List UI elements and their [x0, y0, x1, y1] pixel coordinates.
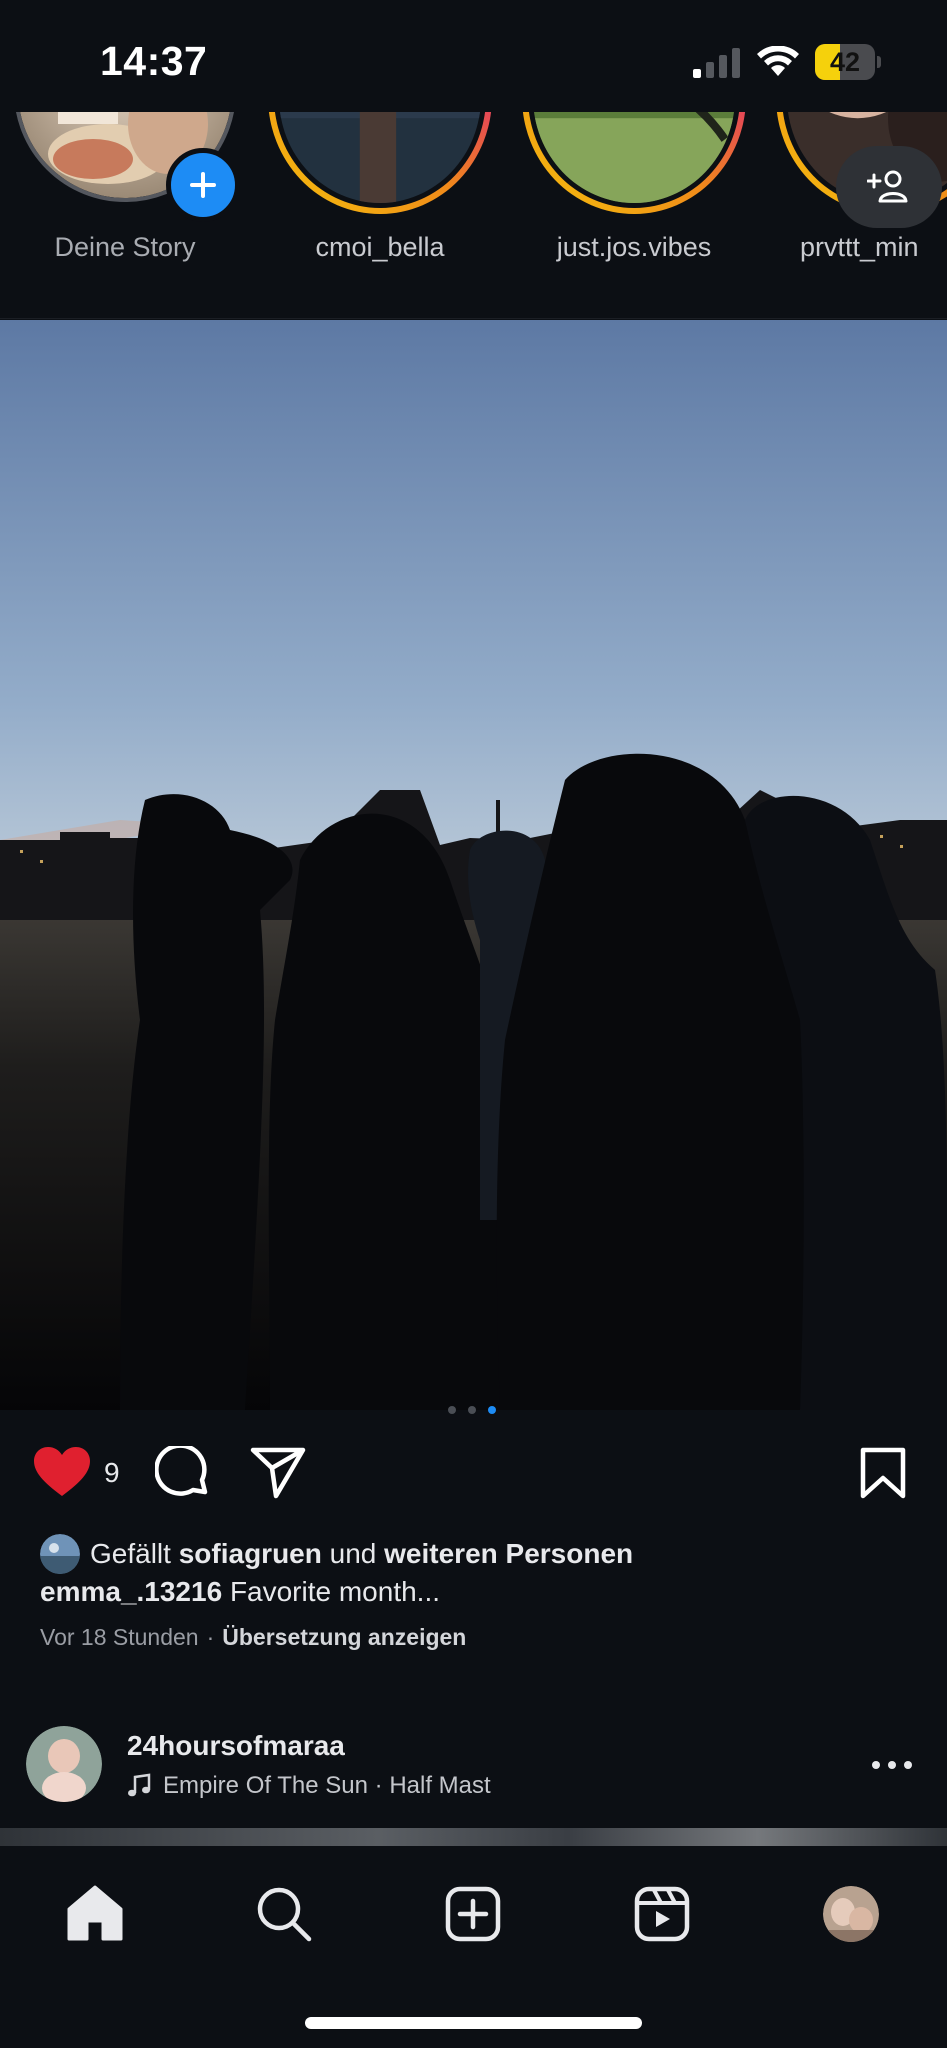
- story-avatar-cmoi-bella[interactable]: [268, 112, 492, 214]
- carousel-indicator: [448, 1406, 496, 1414]
- story-label-just-jos-vibes: just.jos.vibes: [556, 232, 712, 262]
- next-post-avatar[interactable]: [26, 1726, 102, 1802]
- profile-avatar: [823, 1886, 879, 1942]
- reels-icon: [634, 1886, 690, 1942]
- story-label-cmoi-bella: cmoi_bella: [315, 232, 445, 262]
- story-photo: [533, 112, 735, 203]
- likes-prefix: Gefällt: [90, 1538, 171, 1569]
- status-time: 14:37: [100, 38, 208, 84]
- stories-divider: [0, 318, 947, 319]
- stories-tray: Deine Story cmoi_bella just.jos.vibes pr…: [0, 112, 947, 318]
- next-post-username[interactable]: 24hoursofmaraa: [127, 1730, 345, 1762]
- likes-summary[interactable]: Gefällt sofiagruen und weiteren Personen: [40, 1534, 633, 1574]
- meta-separator: ·: [206, 1624, 215, 1650]
- search-icon: [257, 1887, 312, 1942]
- more-options-icon[interactable]: [870, 1750, 914, 1780]
- next-post-image-preview: [0, 1828, 947, 1846]
- post-timestamp: Vor 18 Stunden: [40, 1624, 199, 1650]
- home-icon: [67, 1885, 123, 1941]
- tab-home[interactable]: [55, 1874, 135, 1954]
- wifi-icon: [757, 46, 799, 76]
- battery-icon: 42: [815, 44, 881, 80]
- post-photo[interactable]: [0, 320, 947, 1410]
- tab-profile[interactable]: [811, 1874, 891, 1954]
- story-label-own: Deine Story: [54, 232, 196, 262]
- likes-and: und: [329, 1538, 377, 1569]
- home-indicator: [305, 2017, 642, 2029]
- post-caption: emma_.13216 Favorite month...: [40, 1576, 440, 1608]
- tab-create[interactable]: [433, 1874, 513, 1954]
- likes-others[interactable]: weiteren Personen: [384, 1538, 633, 1570]
- like-button[interactable]: [33, 1446, 91, 1498]
- battery-body: 42: [815, 44, 875, 80]
- caption-text[interactable]: Favorite month...: [230, 1576, 440, 1607]
- tab-search[interactable]: [244, 1874, 324, 1954]
- liker-avatar: [40, 1534, 80, 1574]
- post-actions: [0, 1420, 947, 1520]
- suggest-people-button[interactable]: [836, 146, 942, 228]
- battery-cap: [877, 56, 881, 68]
- plus-icon: [190, 172, 216, 198]
- save-bookmark-button[interactable]: [859, 1446, 907, 1500]
- story-photo: [279, 112, 481, 203]
- tab-reels[interactable]: [622, 1874, 702, 1954]
- likes-user[interactable]: sofiagruen: [179, 1538, 322, 1570]
- bottom-tab-bar: [0, 1846, 947, 2048]
- add-story-button[interactable]: [166, 148, 240, 222]
- music-note-icon: [128, 1773, 151, 1797]
- music-title: Empire Of The Sun · Half Mast: [163, 1772, 491, 1799]
- translate-link[interactable]: Übersetzung anzeigen: [222, 1624, 466, 1650]
- battery-level: 42: [829, 47, 861, 77]
- next-post-music[interactable]: Empire Of The Sun · Half Mast: [127, 1772, 491, 1800]
- post-meta: Vor 18 Stunden · Übersetzung anzeigen: [40, 1624, 466, 1651]
- story-label-prvttt-min: prvttt_min: [800, 232, 919, 262]
- status-bar: 14:37 42: [0, 0, 947, 112]
- create-icon: [445, 1886, 501, 1942]
- share-button[interactable]: [250, 1446, 306, 1500]
- like-count[interactable]: 9: [104, 1457, 120, 1489]
- cellular-signal-icon: [693, 48, 740, 78]
- caption-username[interactable]: emma_.13216: [40, 1576, 222, 1607]
- story-avatar-just-jos-vibes[interactable]: [522, 112, 746, 214]
- add-person-icon: [867, 170, 908, 203]
- comment-button[interactable]: [155, 1446, 211, 1502]
